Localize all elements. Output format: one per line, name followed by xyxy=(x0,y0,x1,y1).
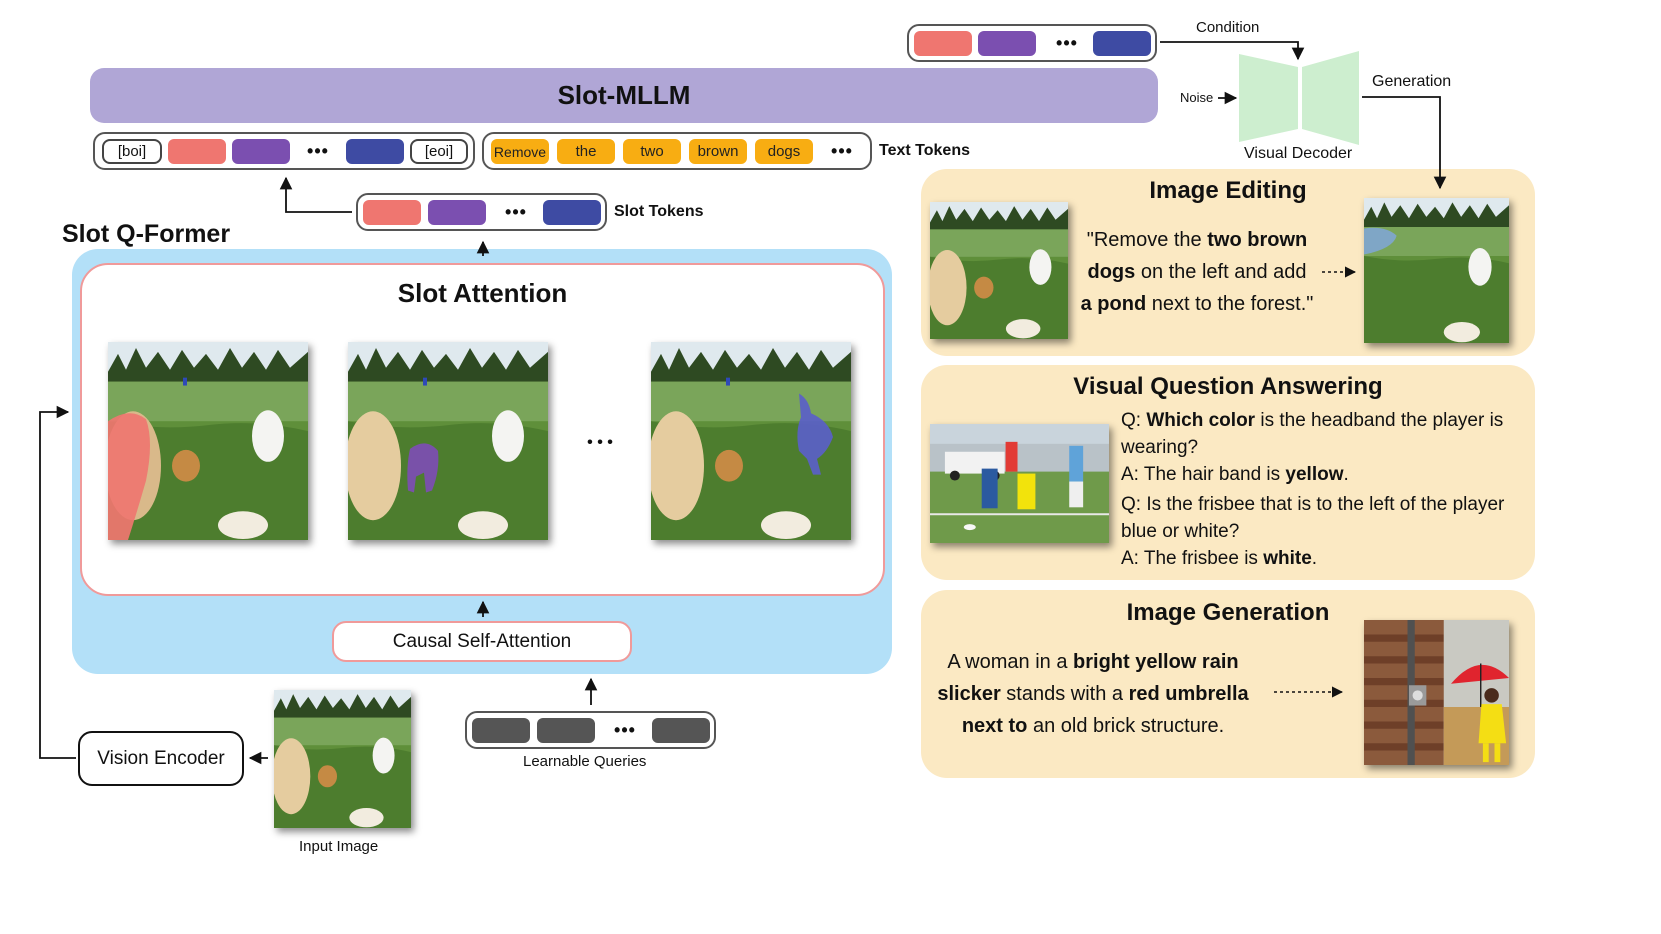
slot-images-dots: • • • xyxy=(587,434,613,451)
vision-encoder-box: Vision Encoder xyxy=(78,731,244,786)
text-tokens-dots: ••• xyxy=(831,141,853,161)
text-token-sequence: Remove the two brown dogs ••• xyxy=(482,132,872,170)
vqa-answer-2: A: The frisbee is white. xyxy=(1121,548,1318,569)
generation-label: Generation xyxy=(1372,73,1452,90)
slot-token-blue xyxy=(1093,31,1151,56)
generation-prompt: A woman in a bright yellow rain slicker … xyxy=(928,646,1258,742)
vqa-question-2-line-1: Q: Is the frisbee that is to the left of… xyxy=(1121,494,1505,515)
editing-line-2: dogs on the left and add xyxy=(1087,261,1307,283)
slot-token-group: ••• xyxy=(356,193,607,231)
boi-token: [boi] xyxy=(102,139,162,164)
vqa-question-1-line-2: wearing? xyxy=(1121,437,1199,458)
image-token-red xyxy=(168,139,226,164)
slot-token-purple xyxy=(428,200,486,225)
visual-decoder-label: Visual Decoder xyxy=(1244,145,1353,162)
learnable-queries-label: Learnable Queries xyxy=(523,753,647,770)
noise-label: Noise xyxy=(1180,90,1214,105)
decoder-right-half xyxy=(1302,51,1359,145)
image-editing-title: Image Editing xyxy=(1149,177,1307,204)
slot-tokens-dots: ••• xyxy=(505,202,527,222)
text-token-brown: brown xyxy=(689,139,747,164)
slot-attention-title: Slot Attention xyxy=(397,277,568,308)
slot-mllm-bar: Slot-MLLM xyxy=(90,68,1158,123)
slot-token-red xyxy=(914,31,972,56)
image-token-sequence: [boi] ••• [eoi] xyxy=(93,132,475,170)
learnable-queries-dots: ••• xyxy=(614,720,636,740)
editing-instruction: "Remove the two brown dogs on the left a… xyxy=(1072,224,1322,320)
slot-to-mllm-arrow xyxy=(279,176,352,213)
vqa-question-1-line-1: Q: Which color is the headband the playe… xyxy=(1121,410,1504,431)
top-tokens-dots: ••• xyxy=(1056,33,1078,53)
slot-attention-image-purple xyxy=(348,342,548,540)
editing-line-3: a pond next to the forest." xyxy=(1080,293,1314,315)
vqa-image xyxy=(930,424,1109,543)
editing-result-image xyxy=(1364,198,1509,343)
text-tokens-label: Text Tokens xyxy=(879,142,970,159)
slot-attention-image-blue xyxy=(651,342,851,540)
vqa-question-2-line-2: blue or white? xyxy=(1121,521,1240,542)
generation-line-3: next to an old brick structure. xyxy=(961,715,1225,737)
top-slot-token-group: ••• xyxy=(907,24,1157,62)
encoder-to-qformer-arrow xyxy=(39,405,76,759)
visual-decoder-shape xyxy=(1239,51,1359,145)
causal-self-attention-box: Causal Self-Attention xyxy=(332,621,632,662)
generated-image xyxy=(1364,620,1509,765)
slot-token-red xyxy=(363,200,421,225)
editing-line-1: "Remove the two brown xyxy=(1086,229,1308,251)
slot-qformer-title: Slot Q-Former xyxy=(62,220,231,248)
slot-mllm-title: Slot-MLLM xyxy=(557,80,691,110)
text-token-remove: Remove xyxy=(491,139,549,164)
slot-attention-image-red xyxy=(108,342,308,540)
text-token-two: two xyxy=(623,139,681,164)
generation-line-1: A woman in a bright yellow rain xyxy=(947,651,1239,673)
learnable-query-token xyxy=(652,718,710,743)
eoi-token: [eoi] xyxy=(410,139,468,164)
image-token-purple xyxy=(232,139,290,164)
generation-line-2: slicker stands with a red umbrella xyxy=(937,683,1249,705)
learnable-query-token xyxy=(537,718,595,743)
decoder-left-half xyxy=(1239,54,1298,142)
image-tokens-dots: ••• xyxy=(307,141,329,161)
editing-source-image xyxy=(930,202,1068,339)
text-token-dogs: dogs xyxy=(755,139,813,164)
image-token-blue xyxy=(346,139,404,164)
learnable-query-token xyxy=(472,718,530,743)
vqa-text: Q: Which color is the headband the playe… xyxy=(1121,407,1523,572)
text-token-the: the xyxy=(557,139,615,164)
slot-tokens-label: Slot Tokens xyxy=(614,203,704,220)
condition-label: Condition xyxy=(1196,19,1260,36)
learnable-queries-group: ••• xyxy=(465,711,716,749)
input-image xyxy=(274,690,411,828)
slot-token-blue xyxy=(543,200,601,225)
vqa-title: Visual Question Answering xyxy=(1073,373,1383,400)
slot-token-purple xyxy=(978,31,1036,56)
input-image-label: Input Image xyxy=(299,838,379,855)
vqa-answer-1: A: The hair band is yellow. xyxy=(1121,464,1349,485)
image-generation-title: Image Generation xyxy=(1126,599,1330,626)
